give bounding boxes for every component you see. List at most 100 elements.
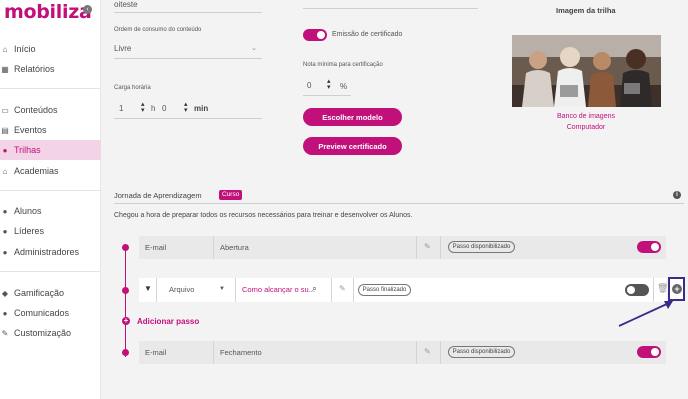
timeline-dot <box>122 349 129 356</box>
step-toggle[interactable] <box>637 241 661 253</box>
content-search-input[interactable]: Como alcançar o su... <box>242 285 315 294</box>
admin-icon: ● <box>2 247 8 257</box>
step-row: ▼ Arquivo ▼ Como alcançar o su... ⌕ ✎ Pa… <box>139 278 668 302</box>
journey-title: Jornada de Aprendizagem <box>114 191 202 200</box>
field-underline <box>114 58 262 59</box>
sidebar-item-label: Relatórios <box>14 64 55 74</box>
sidebar-item-label: Administradores <box>14 247 80 257</box>
people-photo <box>512 35 661 107</box>
sidebar-divider <box>0 271 101 272</box>
cell-separator <box>416 341 417 364</box>
collapse-sidebar-icon[interactable]: ‹ <box>83 5 92 14</box>
cell-separator <box>353 278 354 302</box>
cell-separator <box>440 341 441 364</box>
sidebar-item-gamificacao[interactable]: ◆ Gamificação <box>0 283 101 303</box>
edit-icon[interactable]: ✎ <box>424 242 431 251</box>
cell-separator <box>331 278 332 302</box>
info-icon[interactable]: i <box>673 191 681 199</box>
add-step-link[interactable]: Adicionar passo <box>137 317 199 326</box>
sidebar-item-lideres[interactable]: ● Líderes <box>0 221 101 241</box>
minutes-input[interactable]: 0 <box>162 104 166 113</box>
certificate-label: Emissão de certificado <box>332 31 403 38</box>
hours-stepper-icon[interactable]: ▴ ▾ <box>141 101 145 114</box>
step-name: Fechamento <box>220 348 262 357</box>
step-type: E-mail <box>145 243 167 252</box>
user-icon: ● <box>2 206 8 216</box>
top-field-value[interactable]: oiteste <box>114 0 138 9</box>
cell-separator <box>235 278 236 302</box>
step-type-select[interactable]: Arquivo <box>169 285 194 294</box>
computer-upload-link[interactable]: Computador <box>541 124 631 131</box>
min-grade-label: Nota mínima para certificação <box>303 62 383 68</box>
sidebar-item-comunicados[interactable]: ● Comunicados <box>0 303 101 323</box>
step-type: E-mail <box>145 348 167 357</box>
sidebar-item-administradores[interactable]: ● Administradores <box>0 242 101 262</box>
hours-input[interactable]: 1 <box>119 104 123 113</box>
add-step-icon[interactable]: + <box>122 317 130 325</box>
sidebar-item-label: Academias <box>14 166 59 176</box>
search-icon[interactable]: ⌕ <box>312 283 317 294</box>
home-icon: ⌂ <box>2 44 8 54</box>
choose-model-button[interactable]: Escolher modelo <box>303 108 402 126</box>
plus-circle-icon: + <box>672 284 682 294</box>
sidebar-item-alunos[interactable]: ● Alunos <box>0 201 101 221</box>
edit-icon[interactable]: ✎ <box>339 284 346 293</box>
step-row: E-mail Abertura ✎ Passo disponibilizado <box>139 236 666 259</box>
sidebar-divider <box>0 88 101 89</box>
sidebar-item-label: Início <box>14 44 36 54</box>
sidebar-item-customizacao[interactable]: ✎ Customização <box>0 323 101 343</box>
cell-separator <box>213 341 214 364</box>
step-status-badge: Passo finalizado <box>358 284 411 296</box>
timeline-line <box>125 247 126 357</box>
edit-icon[interactable]: ✎ <box>424 347 431 356</box>
timeline-dot <box>122 287 129 294</box>
sidebar-item-conteudos[interactable]: ▭ Conteúdos <box>0 100 101 120</box>
sidebar-item-trilhas[interactable]: ● Trilhas <box>0 140 101 160</box>
chart-icon: ▦ <box>1 64 9 74</box>
sidebar-item-label: Comunicados <box>14 308 70 318</box>
annotation-arrow <box>618 301 673 327</box>
sidebar-item-academias[interactable]: ⌂ Academias <box>0 161 101 181</box>
sidebar-divider <box>0 190 101 191</box>
step-toggle[interactable] <box>637 346 661 358</box>
cell-separator <box>156 278 157 302</box>
expand-caret-icon[interactable]: ▼ <box>144 284 152 293</box>
sidebar-item-label: Conteúdos <box>14 105 58 115</box>
chevron-down-icon[interactable]: ▼ <box>219 286 225 292</box>
minutes-stepper-icon[interactable]: ▴ ▾ <box>184 101 188 114</box>
step-row: E-mail Fechamento ✎ Passo disponibilizad… <box>139 341 666 364</box>
certificate-toggle[interactable] <box>303 29 327 41</box>
order-select[interactable]: Livre <box>114 44 131 53</box>
sidebar-item-eventos[interactable]: ▤ Eventos <box>0 120 101 140</box>
field-underline <box>114 12 262 13</box>
image-bank-link[interactable]: Banco de imagens <box>541 113 631 120</box>
trash-icon[interactable]: 🗑 <box>657 283 668 294</box>
sidebar-item-label: Alunos <box>14 206 42 216</box>
preview-certificate-button[interactable]: Preview certificado <box>303 137 402 155</box>
hours-label: Carga horária <box>114 85 151 91</box>
hours-unit: h <box>151 104 156 113</box>
field-underline <box>114 118 262 119</box>
main-content: oiteste Ordem de consumo do conteúdo Liv… <box>101 0 688 399</box>
chevron-down-icon[interactable]: ⌄ <box>251 44 257 52</box>
gamepad-icon: ◆ <box>1 288 9 298</box>
calendar-icon: ▤ <box>1 125 9 135</box>
course-badge: Curso <box>219 190 243 200</box>
min-grade-stepper-icon[interactable]: ▴ ▾ <box>327 78 331 91</box>
step-name: Abertura <box>220 243 249 252</box>
step-toggle[interactable] <box>625 284 649 296</box>
journey-description: Chegou a hora de preparar todos os recur… <box>114 212 413 219</box>
academy-icon: ⌂ <box>2 166 8 176</box>
timeline-dot <box>122 244 129 251</box>
sidebar-item-label: Eventos <box>14 125 47 135</box>
chat-icon: ● <box>2 308 8 318</box>
min-grade-input[interactable]: 0 <box>307 81 311 90</box>
sidebar-item-inicio[interactable]: ⌂ Início <box>0 39 101 59</box>
trail-icon: ● <box>2 145 8 155</box>
field-underline <box>303 8 478 9</box>
minutes-unit: min <box>194 104 209 113</box>
step-status-badge: Passo disponibilizado <box>448 241 515 253</box>
image-panel-title: Imagem da trilha <box>556 6 616 15</box>
leaders-icon: ● <box>2 226 8 236</box>
sidebar-item-relatorios[interactable]: ▦ Relatórios <box>0 59 101 79</box>
